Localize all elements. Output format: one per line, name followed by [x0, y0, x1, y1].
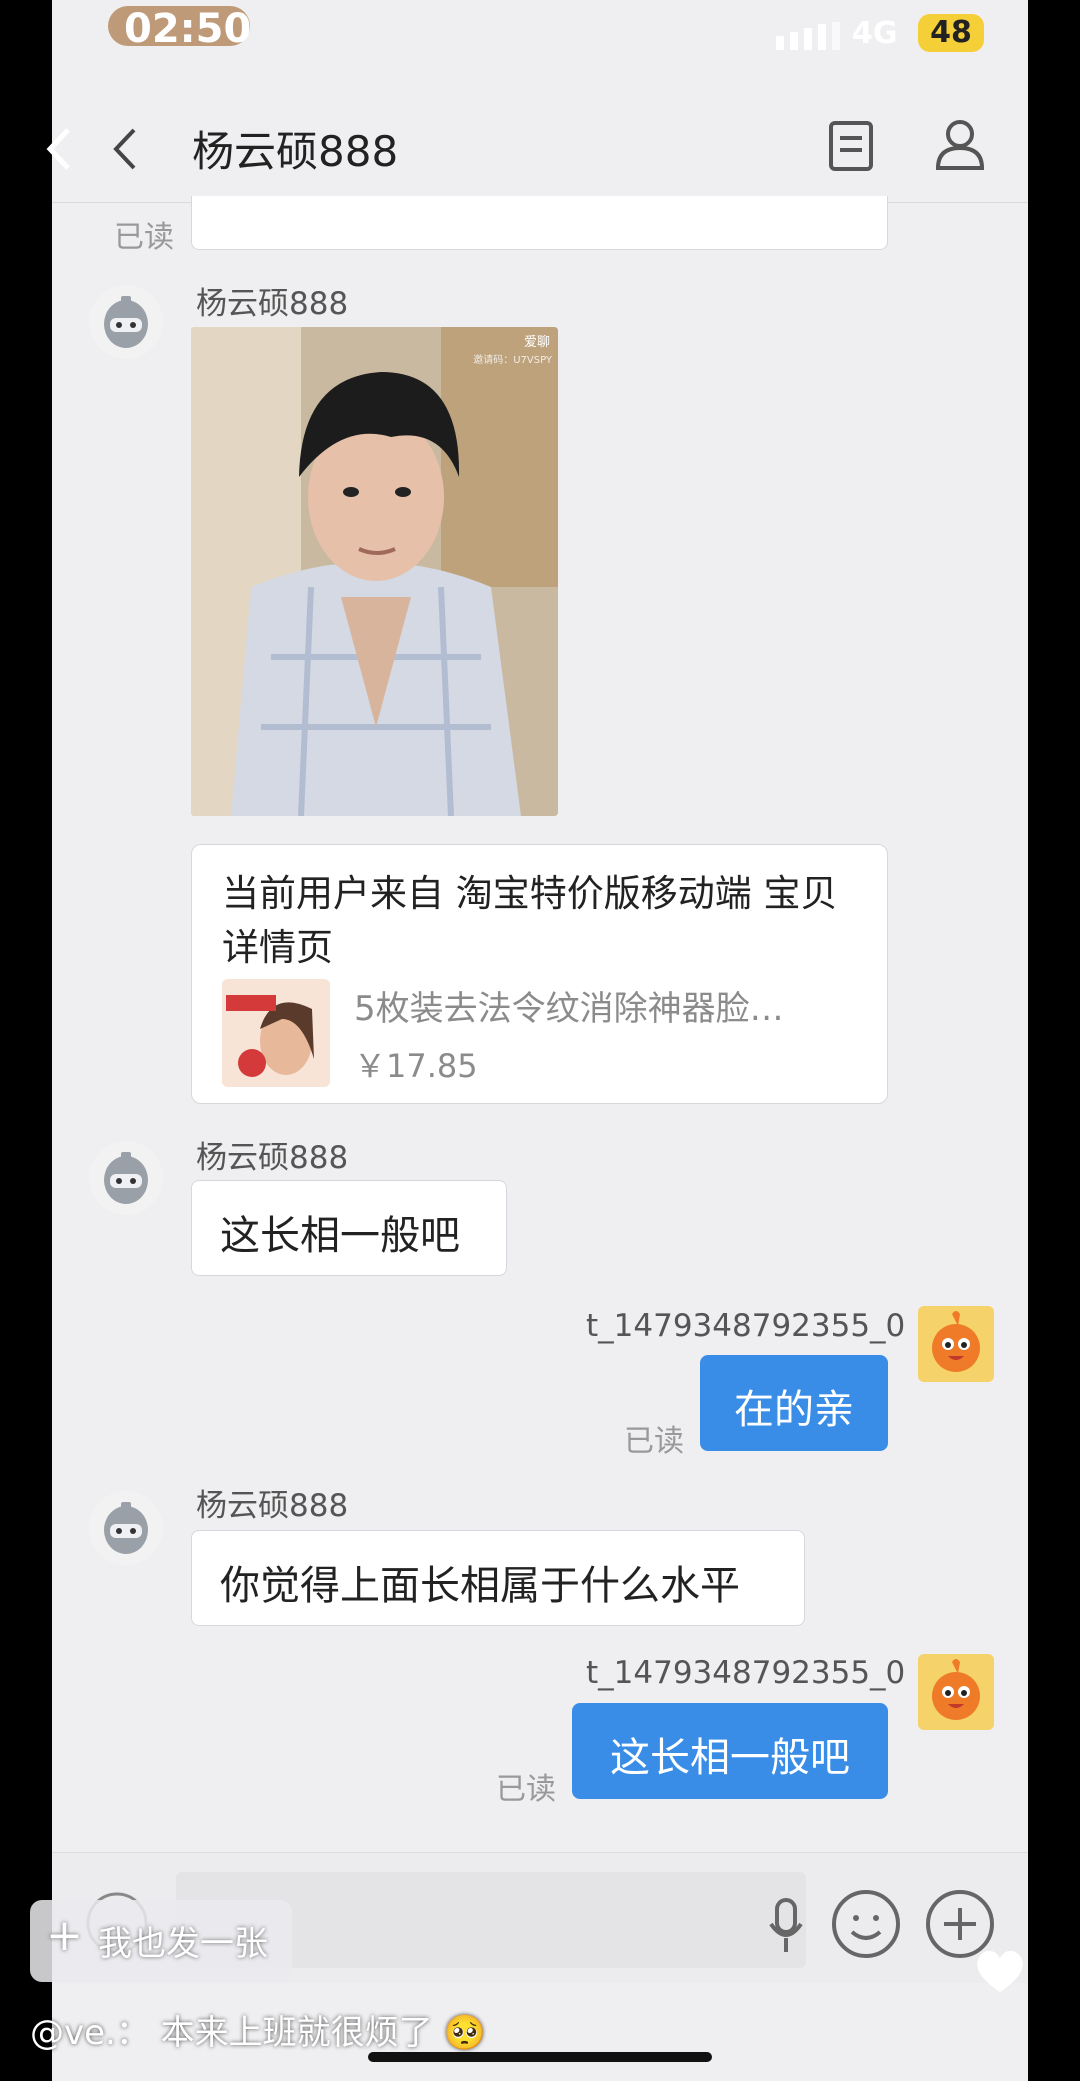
like-heart-icon[interactable]	[972, 1946, 1028, 1996]
read-status: 已读	[624, 1424, 684, 1459]
video-caption: @ve.： 本来上班就很烦了 🥺	[30, 2013, 486, 2053]
read-status: 已读	[114, 220, 174, 255]
product-thumbnail[interactable]	[222, 979, 330, 1087]
selfie-image	[191, 327, 558, 816]
sender-name: 杨云硕888	[196, 1488, 349, 1524]
message-bubble[interactable]: 这长相一般吧	[191, 1180, 507, 1276]
signal-icon	[776, 22, 840, 50]
watermark-code: 邀请码：U7VSPY	[473, 355, 552, 366]
message-bubble-partial[interactable]	[191, 196, 888, 250]
emoji-icon[interactable]	[830, 1888, 902, 1960]
network-type: 4G	[852, 16, 898, 51]
seller-avatar-icon[interactable]	[88, 1140, 164, 1216]
system-back-icon[interactable]	[44, 126, 72, 172]
home-indicator[interactable]	[368, 2052, 712, 2062]
product-source-card[interactable]: 当前用户来自 淘宝特价版移动端 宝贝详情页 5枚装去法令纹消除神器脸… ￥17.…	[191, 844, 888, 1104]
order-list-icon[interactable]	[828, 120, 874, 172]
share-photo-label[interactable]: 我也发一张	[98, 1916, 268, 1965]
watermark-app: 爱聊	[523, 335, 550, 350]
screenshot: 02:50 4G 48 杨云硕888 已读 杨云硕888 爱聊 邀请码：U7VS…	[0, 0, 1080, 2081]
profile-icon[interactable]	[934, 118, 986, 172]
status-time: 02:50	[124, 6, 252, 52]
my-message-bubble[interactable]: 在的亲	[700, 1355, 888, 1451]
my-message-bubble[interactable]: 这长相一般吧	[572, 1703, 888, 1799]
seller-avatar-icon[interactable]	[88, 284, 164, 360]
read-status: 已读	[496, 1772, 556, 1807]
plus-icon[interactable]: +	[46, 1910, 83, 1961]
back-chevron-icon[interactable]	[108, 124, 140, 174]
battery-indicator: 48	[918, 14, 984, 52]
product-image	[222, 979, 330, 1087]
microphone-icon[interactable]	[768, 1896, 804, 1956]
message-bubble[interactable]: 你觉得上面长相属于什么水平	[191, 1530, 805, 1626]
my-avatar-icon[interactable]	[918, 1306, 994, 1382]
my-avatar-icon[interactable]	[918, 1654, 994, 1730]
sender-name: 杨云硕888	[196, 286, 349, 322]
seller-avatar-icon[interactable]	[88, 1490, 164, 1566]
chat-title: 杨云硕888	[192, 127, 399, 176]
sender-name: 杨云硕888	[196, 1140, 349, 1176]
my-name: t_1479348792355_0	[586, 1655, 906, 1691]
product-name[interactable]: 5枚装去法令纹消除神器脸…	[354, 981, 854, 1030]
card-title: 当前用户来自 淘宝特价版移动端 宝贝详情页	[222, 872, 838, 969]
shared-photo[interactable]: 爱聊 邀请码：U7VSPY	[191, 327, 558, 816]
my-name: t_1479348792355_0	[586, 1308, 906, 1344]
product-price: ￥17.85	[354, 1047, 478, 1085]
